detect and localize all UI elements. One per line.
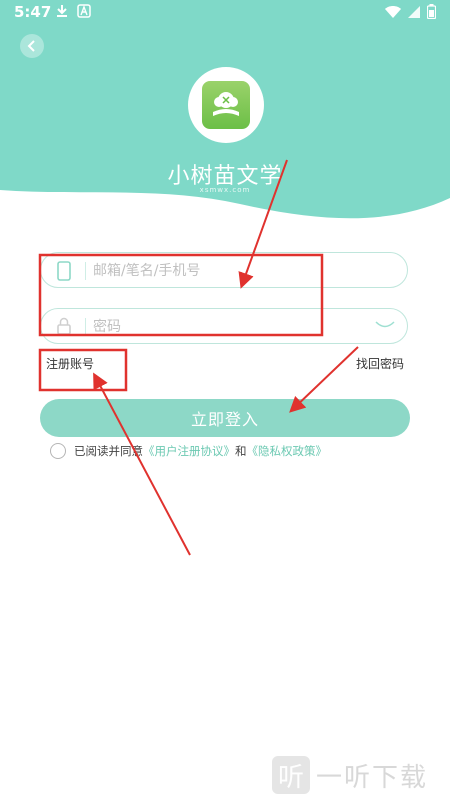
phone-icon (57, 261, 71, 281)
lock-icon (57, 317, 71, 335)
download-icon (57, 5, 67, 17)
book-tree-icon (202, 81, 250, 129)
agreement-row: 已阅读并同意 《用户注册协议》 和 《隐私权政策》 (50, 441, 327, 461)
app-logo (188, 67, 264, 143)
battery-icon (427, 4, 436, 19)
password-field[interactable] (40, 308, 408, 344)
privacy-policy-link[interactable]: 《隐私权政策》 (247, 443, 328, 459)
header: 5:47 小树苗文学 xsmwx.com (0, 0, 450, 232)
agreement-conjunction: 和 (235, 444, 247, 458)
field-divider (85, 262, 86, 280)
status-time: 5:47 (14, 3, 52, 21)
watermark-icon: 听 (271, 756, 310, 794)
password-input[interactable] (91, 315, 365, 339)
app-subtitle: xsmwx.com (199, 186, 251, 194)
status-bar: 5:47 (0, 0, 450, 24)
watermark-text: 一听下载 (315, 762, 428, 793)
back-button[interactable] (20, 34, 44, 58)
agreement-prefix: 已阅读并同意 (74, 444, 143, 458)
field-divider (85, 318, 86, 336)
forgot-password-link[interactable]: 找回密码 (356, 355, 404, 372)
login-button[interactable]: 立即登入 (40, 399, 410, 437)
font-icon (77, 4, 91, 18)
user-agreement-link[interactable]: 《用户注册协议》 (143, 443, 235, 459)
signal-icon (408, 5, 420, 18)
chevron-left-icon (27, 40, 35, 52)
email-field[interactable] (40, 252, 408, 288)
register-link[interactable]: 注册账号 (46, 355, 94, 372)
email-input[interactable] (91, 259, 365, 283)
wifi-icon (385, 5, 401, 18)
eye-closed-icon[interactable] (375, 319, 395, 331)
agreement-checkbox[interactable] (50, 443, 66, 459)
watermark: 听 一听下载 (271, 755, 428, 795)
